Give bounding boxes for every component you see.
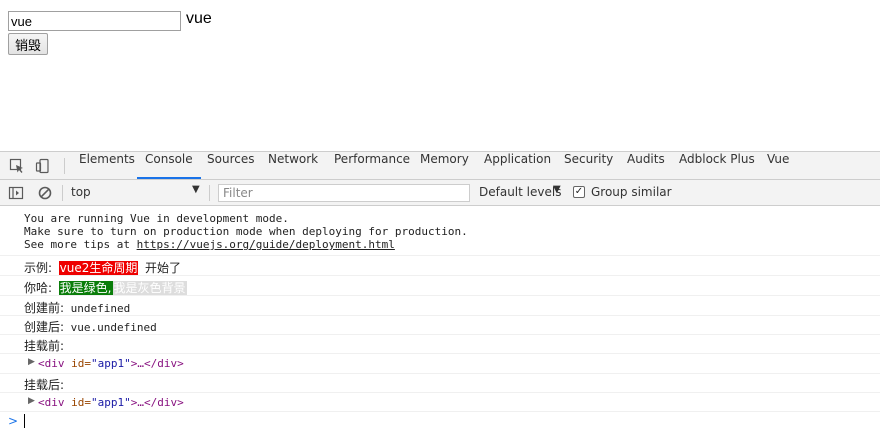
tabbar-divider	[64, 158, 65, 174]
message-echo: vue	[186, 10, 212, 27]
tab-audits[interactable]: Audits	[627, 152, 665, 179]
green-badge: 我是绿色,	[58, 281, 113, 295]
console-output: You are running Vue in development mode.…	[0, 207, 880, 438]
row-divider	[0, 295, 880, 296]
tab-adblock-plus[interactable]: Adblock Plus	[679, 152, 755, 179]
log-example: 示例: vue2生命周期 开始了	[24, 261, 182, 275]
log-hello: 你哈: 我是绿色, 我是灰色背景	[24, 281, 187, 295]
clear-console-icon[interactable]	[37, 185, 53, 201]
red-badge: vue2生命周期	[58, 261, 139, 275]
log-before-mount: 挂载前:	[24, 339, 65, 353]
dev-mode-notice: You are running Vue in development mode.…	[24, 212, 468, 251]
sidebar-toggle-icon[interactable]	[8, 185, 24, 201]
tab-network[interactable]: Network	[268, 152, 318, 179]
tab-application[interactable]: Application	[484, 152, 551, 179]
message-input[interactable]	[8, 11, 181, 31]
group-similar-checkbox[interactable]: ✓	[573, 186, 585, 198]
row-divider	[0, 392, 880, 393]
expand-triangle-icon[interactable]: ▶	[28, 357, 35, 367]
devtools-tabbar: Elements Console Sources Network Perform…	[0, 152, 880, 180]
tab-security[interactable]: Security	[564, 152, 613, 179]
inspect-element-icon[interactable]	[9, 158, 25, 174]
row-divider	[0, 411, 880, 412]
context-selector[interactable]: top	[71, 185, 91, 199]
element-node[interactable]: <div id="app1">…</div>	[38, 396, 184, 409]
tab-performance[interactable]: Performance	[334, 152, 410, 179]
device-toolbar-icon[interactable]	[35, 158, 51, 174]
row-divider	[0, 353, 880, 354]
tab-memory[interactable]: Memory	[420, 152, 469, 179]
context-dropdown-icon[interactable]: ▼	[192, 184, 200, 195]
log-before-create: 创建前: undefined	[24, 301, 131, 315]
row-divider	[0, 255, 880, 256]
element-node[interactable]: <div id="app1">…</div>	[38, 357, 184, 370]
prompt-chevron-icon: >	[8, 414, 19, 428]
devtools-panel: Elements Console Sources Network Perform…	[0, 151, 880, 438]
levels-dropdown-icon[interactable]: ▼	[553, 184, 561, 195]
deployment-link[interactable]: https://vuejs.org/guide/deployment.html	[137, 238, 395, 251]
gray-badge: 我是灰色背景	[112, 281, 187, 295]
toolbar-divider	[62, 185, 63, 201]
log-created: 创建后: vue.undefined	[24, 320, 157, 334]
tab-sources[interactable]: Sources	[207, 152, 254, 179]
row-divider	[0, 334, 880, 335]
tab-console[interactable]: Console	[137, 152, 201, 179]
tab-elements[interactable]: Elements	[79, 152, 135, 179]
tab-vue[interactable]: Vue	[767, 152, 789, 179]
row-divider	[0, 373, 880, 374]
destroy-button[interactable]: 销毁	[8, 33, 49, 55]
filter-input[interactable]	[218, 184, 470, 202]
console-input-caret[interactable]	[24, 414, 25, 428]
expand-triangle-icon[interactable]: ▶	[28, 396, 35, 406]
group-similar-label: Group similar	[591, 185, 672, 199]
log-mounted: 挂载后:	[24, 378, 65, 392]
row-divider	[0, 275, 880, 276]
toolbar-divider	[209, 185, 210, 201]
row-divider	[0, 315, 880, 316]
page-viewport: vue 销毁	[0, 0, 880, 151]
console-toolbar: top ▼ Default levels ▼ ✓ Group similar	[0, 180, 880, 206]
log-levels-dropdown[interactable]: Default levels	[479, 185, 561, 199]
